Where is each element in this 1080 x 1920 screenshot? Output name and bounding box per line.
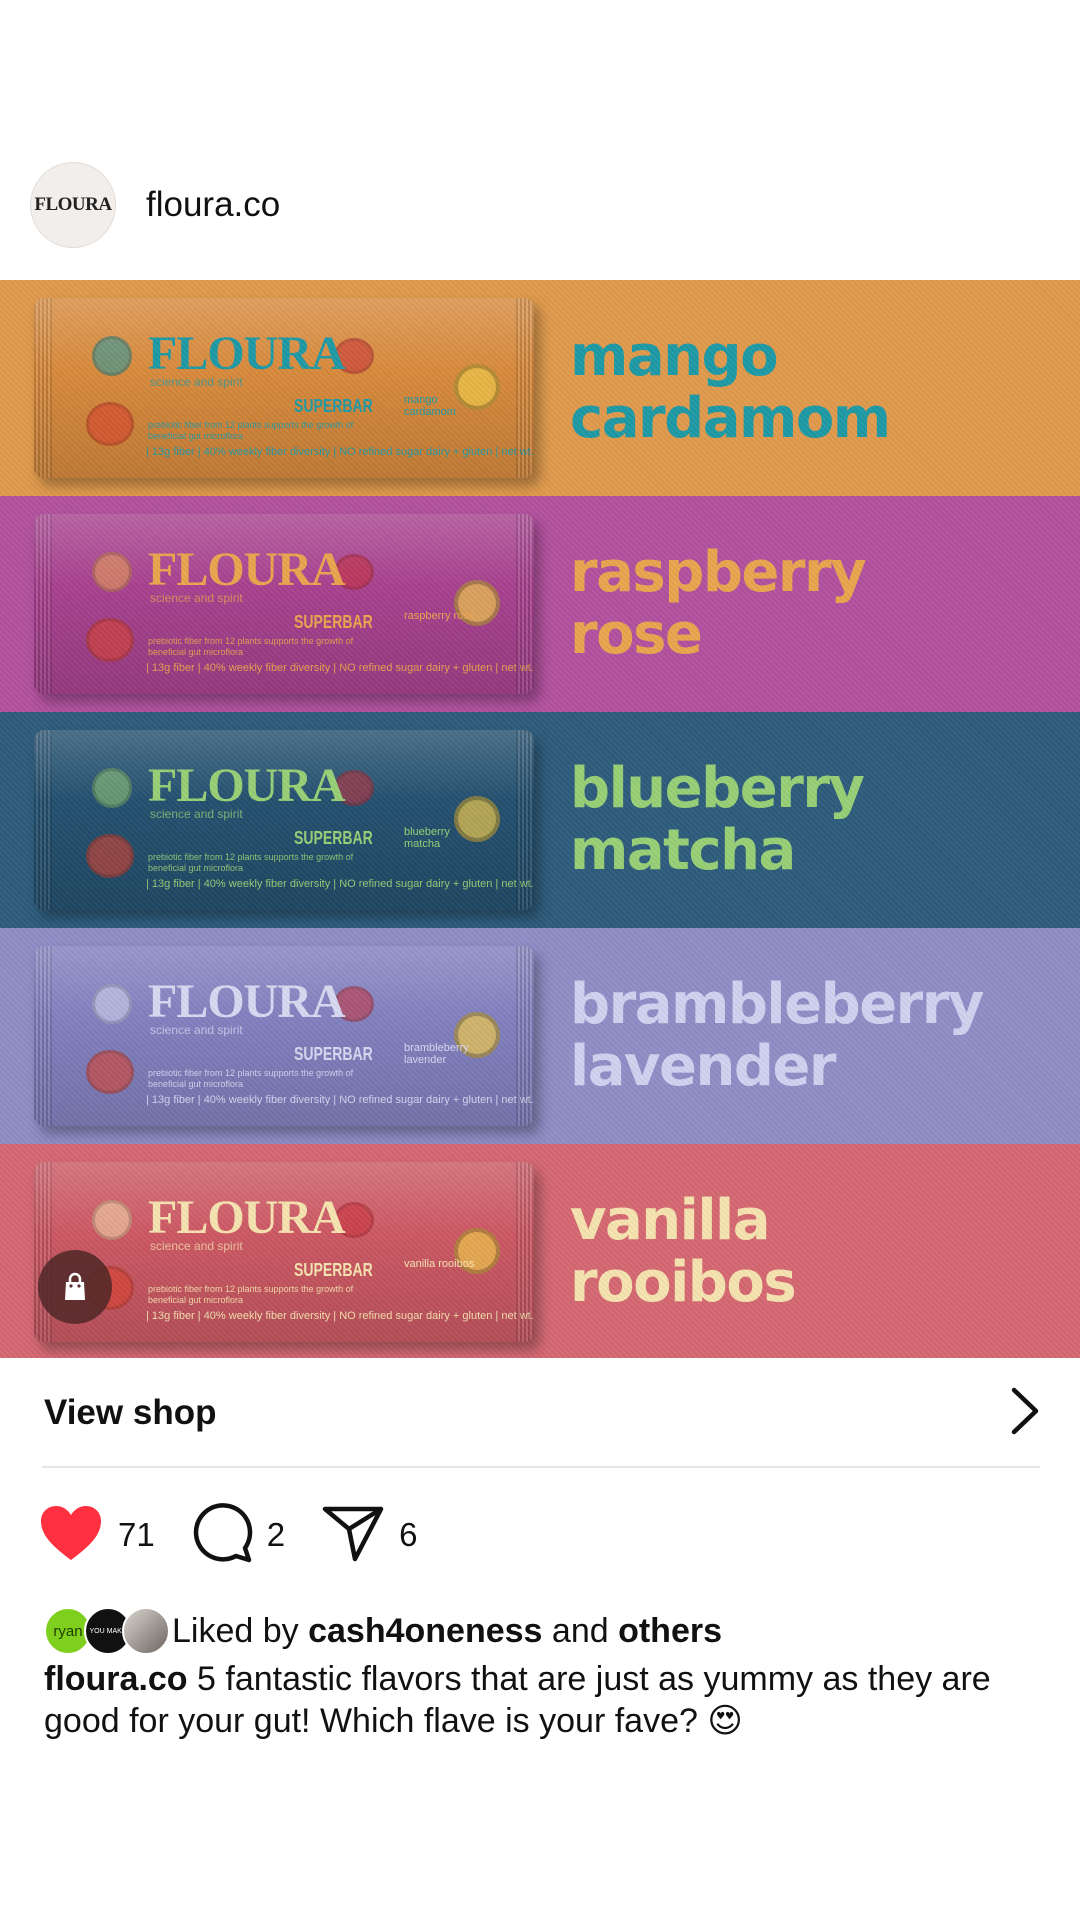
product-bar-wrapper: FLOURA science and spirit SUPERBAR mango… — [34, 298, 534, 478]
bar-tagline: science and spirit — [150, 1023, 243, 1037]
bar-facts: | 13g fiber | 40% weekly fiber diversity… — [146, 446, 534, 458]
share-button[interactable]: 6 — [321, 1503, 417, 1568]
liker-avatar — [122, 1607, 170, 1655]
chevron-right-icon — [1008, 1386, 1040, 1441]
bar-brand: FLOURA — [148, 759, 346, 812]
liked-by-text: Liked by cash4oneness and others — [172, 1612, 722, 1651]
fruit-illustration — [86, 1050, 134, 1094]
post-username[interactable]: floura.co — [146, 185, 280, 225]
flavor-name: brambleberry lavender — [570, 972, 984, 1099]
profile-avatar[interactable]: FLOURA — [30, 162, 116, 248]
bar-flavor: raspberry rose — [404, 610, 475, 622]
comment-button[interactable]: 2 — [191, 1502, 285, 1569]
flavor-name-line1: blueberry — [570, 756, 865, 821]
fruit-illustration — [92, 336, 132, 376]
flavor-name-line2: rooibos — [570, 1250, 797, 1315]
bar-note: prebiotic fiber from 12 plants supports … — [148, 1068, 354, 1089]
bar-superbar: SUPERBAR — [294, 1260, 373, 1280]
fruit-illustration — [92, 552, 132, 592]
liker-avatar-label: YOU MAKE — [89, 1627, 127, 1635]
flavor-name-line2: cardamom — [570, 386, 891, 451]
like-count[interactable]: 71 — [118, 1516, 155, 1554]
bar-brand: FLOURA — [148, 327, 346, 380]
heart-icon — [38, 1504, 104, 1567]
bar-facts: | 13g fiber | 40% weekly fiber diversity… — [146, 878, 534, 890]
product-bar-wrapper: FLOURA science and spirit SUPERBAR bramb… — [34, 946, 534, 1126]
bar-superbar: SUPERBAR — [294, 828, 373, 848]
bar-note: prebiotic fiber from 12 plants supports … — [148, 636, 354, 657]
bar-tagline: science and spirit — [150, 375, 243, 389]
liked-avatars: ryan YOU MAKE — [44, 1607, 170, 1655]
fruit-illustration — [92, 1200, 132, 1240]
comment-icon — [191, 1502, 253, 1569]
flavor-name-line2: lavender — [570, 1034, 837, 1099]
bar-brand: FLOURA — [148, 1191, 346, 1244]
flavor-name: blueberry matcha — [570, 756, 865, 883]
bar-tagline: science and spirit — [150, 1239, 243, 1253]
flavor-stripe: FLOURA science and spirit SUPERBAR blueb… — [0, 712, 1080, 928]
product-bar-wrapper: FLOURA science and spirit SUPERBAR raspb… — [34, 514, 534, 694]
bar-flavor: vanilla rooibos — [404, 1258, 475, 1270]
flavor-name-line2: rose — [570, 602, 703, 667]
flavor-stripe: FLOURA science and spirit SUPERBAR vanil… — [0, 1144, 1080, 1358]
share-count[interactable]: 6 — [399, 1516, 417, 1554]
like-button[interactable]: 71 — [38, 1504, 155, 1567]
bar-superbar: SUPERBAR — [294, 612, 373, 632]
post-actions: 71 2 6 — [38, 1502, 453, 1568]
flavor-stripe: FLOURA science and spirit SUPERBAR bramb… — [0, 928, 1080, 1144]
view-shop-button[interactable]: View shop — [42, 1360, 1040, 1468]
flavor-name-line1: mango — [570, 324, 779, 389]
caption-emoji: 😍 — [707, 1702, 743, 1740]
bar-facts: | 13g fiber | 40% weekly fiber diversity… — [146, 1094, 534, 1106]
product-bar-wrapper: FLOURA science and spirit SUPERBAR blueb… — [34, 730, 534, 910]
liked-conj: and — [551, 1611, 609, 1650]
shopping-bag-icon[interactable] — [38, 1250, 112, 1324]
bar-flavor: brambleberry lavender — [404, 1042, 469, 1066]
caption-username[interactable]: floura.co — [44, 1660, 188, 1698]
flavor-name-line1: vanilla — [570, 1188, 771, 1253]
flavor-name-line2: matcha — [570, 818, 796, 883]
liker-avatar-label: ryan — [53, 1622, 83, 1640]
fruit-illustration — [86, 402, 134, 446]
liked-user-link[interactable]: cash4oneness — [308, 1612, 542, 1650]
product-bar-wrapper: FLOURA science and spirit SUPERBAR vanil… — [34, 1162, 534, 1342]
flavor-name-line1: brambleberry — [570, 972, 984, 1037]
bar-superbar: SUPERBAR — [294, 1044, 373, 1064]
bar-facts: | 13g fiber | 40% weekly fiber diversity… — [146, 662, 534, 674]
fruit-illustration — [92, 984, 132, 1024]
bar-note: prebiotic fiber from 12 plants supports … — [148, 420, 354, 441]
bar-facts: | 13g fiber | 40% weekly fiber diversity… — [146, 1310, 534, 1322]
flavor-stripe: FLOURA science and spirit SUPERBAR mango… — [0, 280, 1080, 496]
fruit-illustration — [92, 768, 132, 808]
liked-by[interactable]: ryan YOU MAKE Liked by cash4oneness and … — [44, 1606, 722, 1656]
bar-note: prebiotic fiber from 12 plants supports … — [148, 1284, 354, 1305]
fruit-illustration — [86, 834, 134, 878]
flavor-name: raspberry rose — [570, 540, 867, 667]
bar-flavor: blueberry matcha — [404, 826, 450, 850]
post-caption: floura.co 5 fantastic flavors that are j… — [44, 1658, 1040, 1742]
flavor-name-line1: raspberry — [570, 540, 867, 605]
post-header: FLOURA floura.co — [30, 160, 280, 250]
bar-note: prebiotic fiber from 12 plants supports … — [148, 852, 354, 873]
bar-superbar: SUPERBAR — [294, 396, 373, 416]
flavor-name: vanilla rooibos — [570, 1188, 797, 1315]
flavor-name: mango cardamom — [570, 324, 891, 451]
bar-brand: FLOURA — [148, 543, 346, 596]
paper-plane-icon — [321, 1503, 385, 1568]
bar-tagline: science and spirit — [150, 591, 243, 605]
bar-tagline: science and spirit — [150, 807, 243, 821]
fruit-illustration — [86, 618, 134, 662]
flavor-stripe: FLOURA science and spirit SUPERBAR raspb… — [0, 496, 1080, 712]
bar-brand: FLOURA — [148, 975, 346, 1028]
liked-others-link[interactable]: others — [618, 1612, 722, 1650]
liked-prefix: Liked by — [172, 1611, 299, 1650]
post-image[interactable]: FLOURA science and spirit SUPERBAR mango… — [0, 280, 1080, 1358]
comment-count[interactable]: 2 — [267, 1516, 285, 1554]
bar-flavor: mango cardamom — [404, 394, 456, 418]
view-shop-label: View shop — [44, 1393, 217, 1432]
avatar-logo-text: FLOURA — [34, 194, 112, 215]
